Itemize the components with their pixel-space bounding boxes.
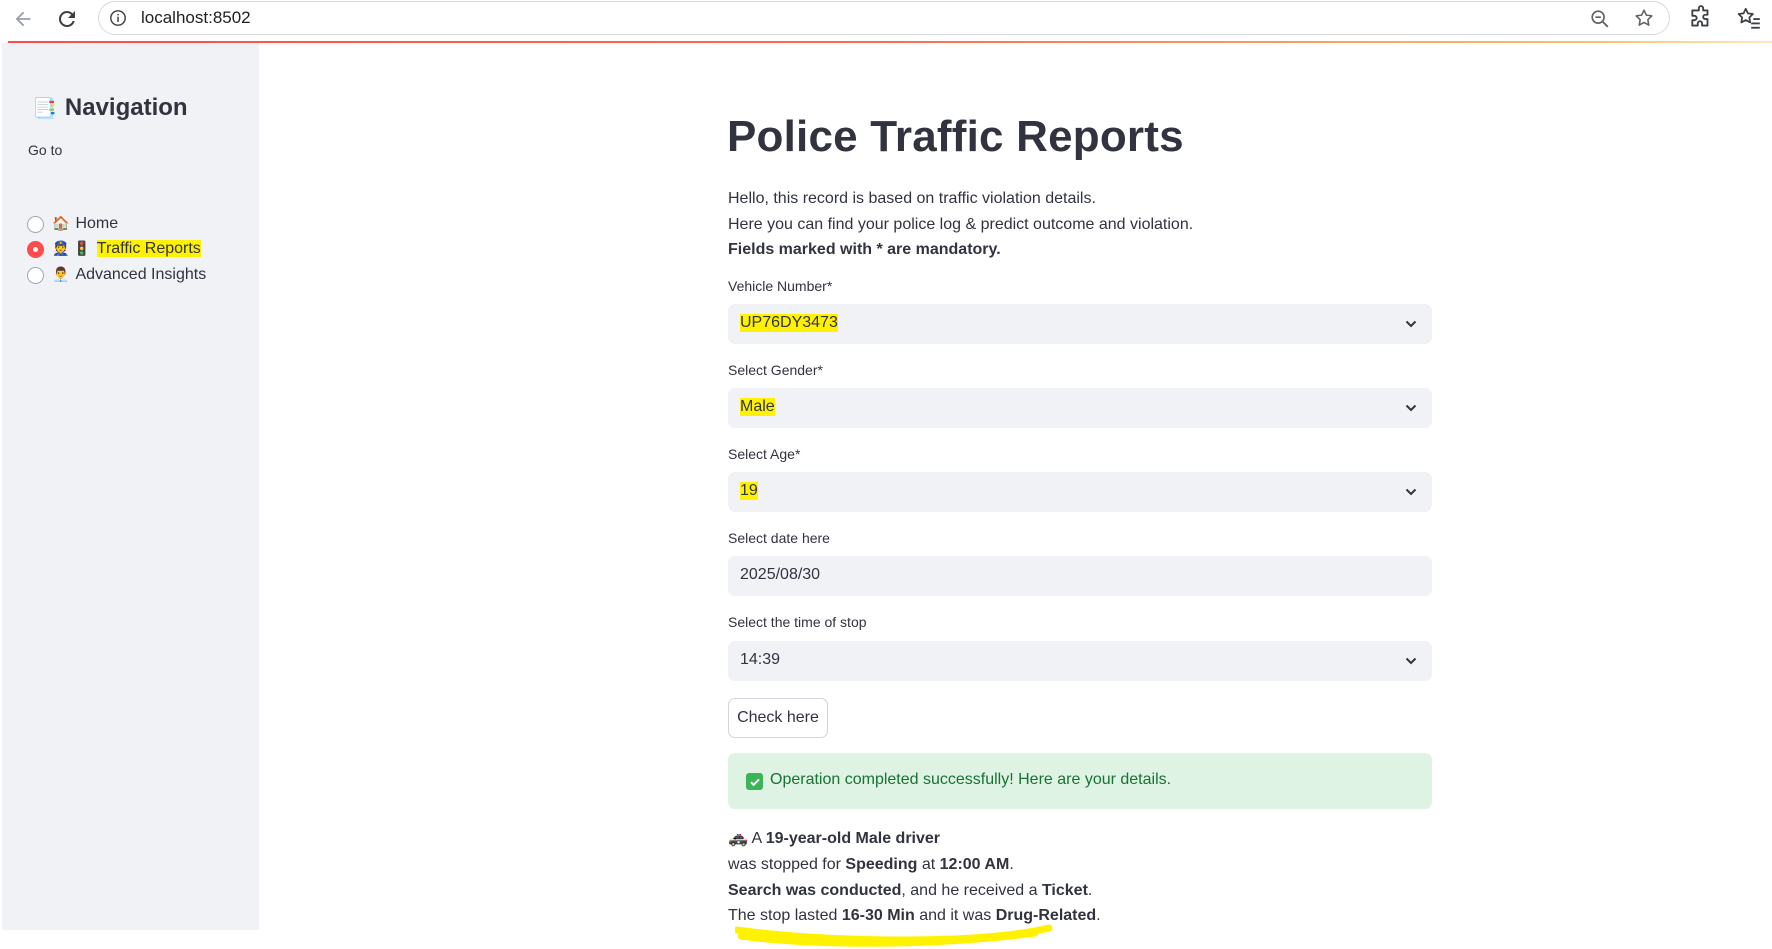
reload-button[interactable] — [52, 4, 82, 34]
date-input[interactable]: 2025/08/30 — [728, 556, 1432, 596]
browser-toolbar: localhost:8502 — [0, 0, 1772, 40]
gender-select[interactable]: Male — [728, 388, 1432, 428]
page-title: Police Traffic Reports — [727, 112, 1184, 161]
check-here-button[interactable]: Check here — [728, 698, 828, 738]
site-info-icon[interactable] — [109, 9, 127, 27]
address-bar[interactable]: localhost:8502 — [98, 1, 1670, 35]
reload-icon — [58, 10, 75, 27]
sidebar-title: 📑 Navigation — [32, 94, 188, 122]
radio-traffic-reports[interactable] — [27, 240, 44, 258]
house-icon: 🏠 — [52, 215, 70, 231]
time-value: 14:39 — [740, 651, 781, 668]
chevron-down-icon — [1405, 488, 1417, 496]
success-alert: Operation completed successfully! Here a… — [728, 753, 1432, 809]
chevron-down-icon — [1405, 404, 1417, 412]
zoom-out-icon[interactable] — [1589, 8, 1611, 30]
radio-advanced-insights[interactable] — [27, 266, 44, 284]
vehicle-number-value: UP76DY3473 — [740, 314, 838, 332]
date-value: 2025/08/30 — [740, 566, 821, 583]
success-message: Operation completed successfully! Here a… — [770, 771, 1172, 788]
vehicle-number-select[interactable]: UP76DY3473 — [728, 304, 1432, 344]
sidebar — [2, 43, 259, 930]
extensions-puzzle-icon[interactable] — [1688, 5, 1714, 31]
summary-line-3: Search was conducted, and he received a … — [728, 881, 1093, 899]
check-mark-icon — [746, 773, 763, 790]
sidebar-item-label: Home — [75, 215, 119, 232]
sidebar-item-label: Advanced Insights — [75, 266, 207, 283]
url-text[interactable]: localhost:8502 — [141, 8, 251, 28]
office-worker-icon: 👨‍💼 — [52, 266, 70, 282]
chevron-down-icon — [1405, 657, 1417, 665]
gender-value: Male — [740, 398, 775, 416]
favorites-icon[interactable] — [1736, 5, 1762, 31]
sidebar-item-home[interactable]: 🏠 Home — [27, 213, 118, 235]
time-label: Select the time of stop — [728, 614, 867, 630]
bookmark-star-icon[interactable] — [1633, 7, 1655, 29]
intro-line: Hello, this record is based on traffic v… — [728, 190, 1096, 207]
summary-line-1: 🚓 A 19-year-old Male driver — [728, 830, 941, 847]
gender-label: Select Gender* — [728, 362, 823, 378]
radio-home[interactable] — [27, 215, 44, 233]
police-car-icon: 🚓 — [728, 830, 748, 847]
back-button[interactable] — [8, 4, 38, 34]
vehicle-number-label: Vehicle Number* — [728, 278, 833, 294]
date-label: Select date here — [728, 530, 830, 546]
stop-summary: 🚓 A 19-year-old Male driver was stopped … — [728, 826, 1101, 929]
time-select[interactable]: 14:39 — [728, 641, 1432, 681]
highlight-underline-scribble — [735, 924, 1053, 947]
age-select[interactable]: 19 — [728, 472, 1432, 512]
sidebar-title-text: Navigation — [64, 94, 188, 121]
age-label: Select Age* — [728, 446, 801, 462]
bookmark-tabs-icon: 📑 — [32, 96, 57, 120]
goto-label: Go to — [28, 142, 63, 158]
back-arrow-icon — [15, 11, 31, 27]
summary-line-2: was stopped for Speeding at 12:00 AM. — [728, 855, 1014, 873]
sidebar-item-traffic-reports[interactable]: 👮 🚦 Traffic Reports — [27, 238, 201, 260]
sidebar-item-label: Traffic Reports — [96, 240, 201, 257]
chevron-down-icon — [1405, 320, 1417, 328]
intro-text: Hello, this record is based on traffic v… — [728, 186, 1193, 263]
police-traffic-light-icon: 👮 🚦 — [52, 240, 91, 256]
sidebar-item-advanced-insights[interactable]: 👨‍💼 Advanced Insights — [27, 264, 206, 286]
age-value: 19 — [740, 482, 758, 500]
mandatory-note: Fields marked with * are mandatory. — [728, 241, 1001, 258]
intro-line: Here you can find your police log & pred… — [728, 215, 1194, 233]
page-top-decoration — [8, 41, 1772, 43]
